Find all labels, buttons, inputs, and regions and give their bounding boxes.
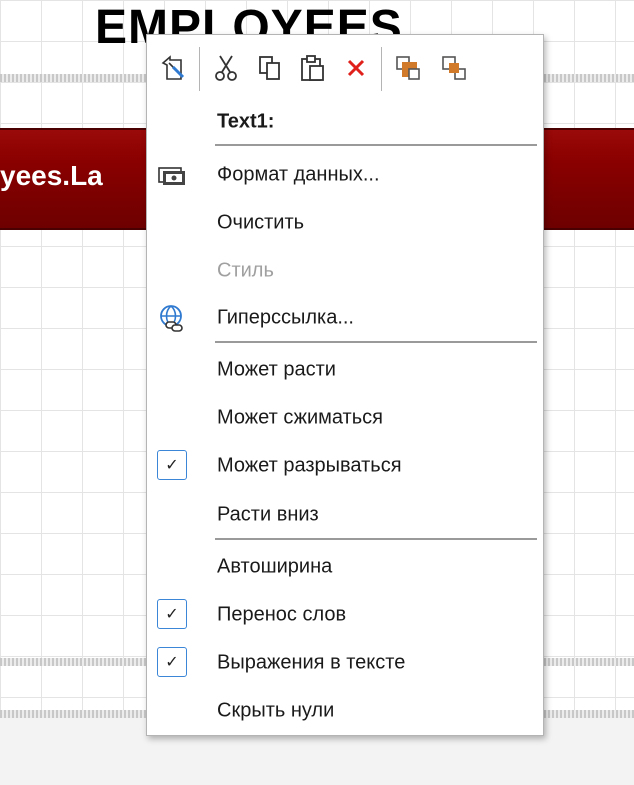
edit-button[interactable] (157, 51, 191, 85)
menu-item-data-format[interactable]: Формат данных... (147, 151, 543, 199)
menu-item-label: Стиль (217, 259, 274, 282)
data-format-icon (158, 167, 185, 185)
edit-icon (161, 55, 185, 80)
check-icon: ✓ (157, 647, 187, 677)
delete-button[interactable] (339, 51, 373, 85)
menu-item-label: Может сжиматься (217, 406, 383, 429)
menu-item-label: Скрыть нули (217, 699, 335, 722)
delete-icon (347, 59, 365, 77)
paste-button[interactable] (295, 51, 329, 85)
menu-item-label: Перенос слов (217, 603, 347, 626)
bring-to-front-button[interactable] (391, 51, 425, 85)
menu-item-grow-to-bottom[interactable]: Расти вниз (147, 491, 543, 539)
send-to-back-icon (442, 56, 466, 80)
menu-header-label: Text1: (217, 110, 275, 133)
menu-item-hyperlink[interactable]: Гиперссылка... (147, 294, 543, 342)
menu-separator (215, 341, 537, 343)
menu-header: Text1: (147, 98, 543, 146)
context-menu: Text1: Формат данных... Очистить Стиль Г… (146, 34, 544, 736)
cut-icon (215, 55, 237, 81)
send-to-back-button[interactable] (437, 51, 471, 85)
menu-item-clear[interactable]: Очистить (147, 199, 543, 247)
menu-item-label: Может расти (217, 358, 336, 381)
menu-item-label: Автоширина (217, 555, 333, 578)
toolbar-separator (381, 47, 382, 91)
menu-item-label: Формат данных... (217, 163, 380, 186)
check-icon: ✓ (157, 599, 187, 629)
menu-separator (215, 538, 537, 540)
menu-separator (215, 144, 537, 146)
menu-toolbar (147, 35, 543, 101)
paste-icon (301, 55, 324, 81)
hyperlink-icon (160, 305, 183, 332)
menu-item-can-grow[interactable]: Может расти (147, 346, 543, 394)
menu-item-label: Выражения в тексте (217, 651, 406, 674)
menu-item-can-shrink[interactable]: Может сжиматься (147, 394, 543, 442)
menu-item-label: Очистить (217, 211, 305, 234)
header-field-text[interactable]: yees.La (0, 160, 103, 192)
menu-item-label: Расти вниз (217, 503, 319, 526)
menu-item-auto-width[interactable]: Автоширина (147, 543, 543, 591)
menu-item-can-break[interactable]: ✓ Может разрываться (147, 442, 543, 490)
copy-button[interactable] (253, 51, 287, 85)
menu-item-label: Гиперссылка... (217, 306, 354, 329)
copy-icon (259, 56, 280, 80)
menu-item-allow-expressions[interactable]: ✓ Выражения в тексте (147, 639, 543, 687)
check-icon: ✓ (157, 450, 187, 480)
toolbar-separator (199, 47, 200, 91)
bring-to-front-icon (396, 56, 420, 80)
menu-item-hide-zeros[interactable]: Скрыть нули (147, 687, 543, 735)
cut-button[interactable] (209, 51, 243, 85)
menu-item-style: Стиль (147, 247, 543, 295)
menu-item-word-wrap[interactable]: ✓ Перенос слов (147, 591, 543, 639)
menu-item-label: Может разрываться (217, 454, 402, 477)
